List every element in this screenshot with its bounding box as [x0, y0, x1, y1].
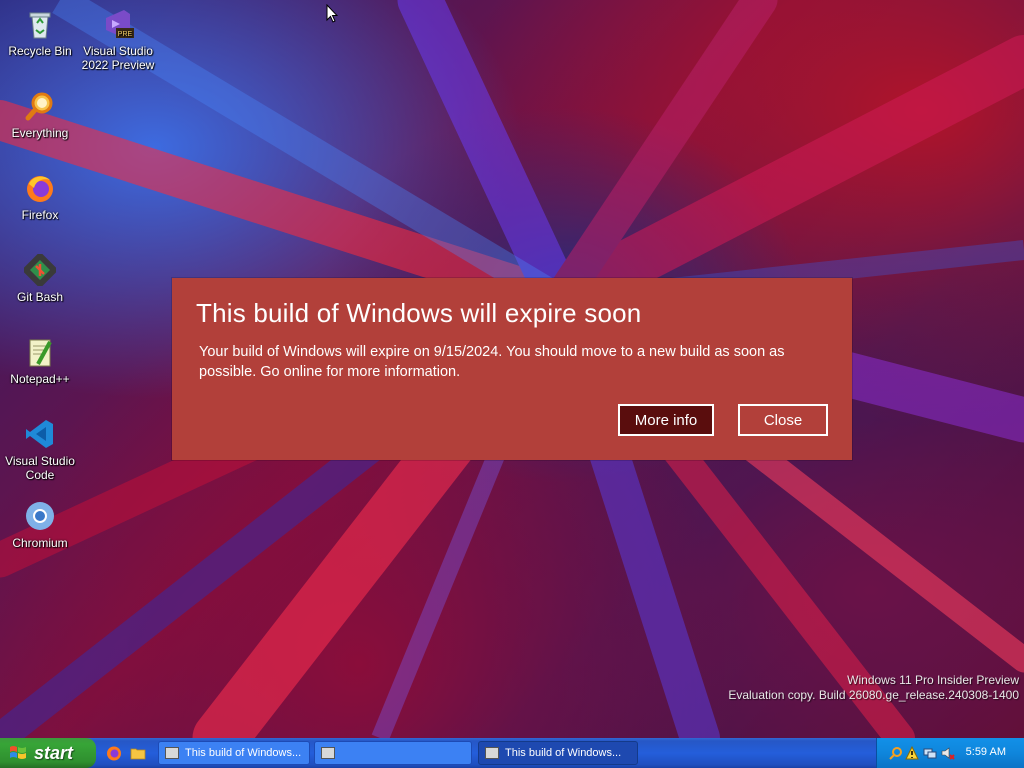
window-icon: [321, 747, 335, 759]
build-watermark: Windows 11 Pro Insider Preview Evaluatio…: [728, 673, 1019, 703]
desktop-icon-notepad-plus-plus[interactable]: Notepad++: [0, 336, 80, 386]
desktop-icon-visual-studio-preview[interactable]: PRE Visual Studio 2022 Preview: [78, 8, 158, 72]
desktop-icon-vscode[interactable]: Visual Studio Code: [0, 418, 80, 482]
system-tray: 5:59 AM: [876, 738, 1024, 768]
taskbar-task[interactable]: This build of Windows...: [158, 741, 310, 765]
vscode-icon: [26, 420, 53, 448]
everything-search-icon: [25, 92, 53, 121]
desktop-icon-label: Firefox: [21, 208, 59, 222]
close-button[interactable]: Close: [738, 404, 828, 436]
watermark-edition: Windows 11 Pro Insider Preview: [847, 673, 1019, 687]
window-icon: [485, 747, 499, 759]
firefox-icon[interactable]: [106, 745, 122, 761]
desktop: Recycle Bin PRE Visual Studio 2022 Previ…: [0, 0, 1024, 738]
task-label: This build of Windows...: [185, 747, 302, 759]
pre-badge: PRE: [118, 31, 133, 38]
task-label: This build of Windows...: [505, 747, 622, 759]
windows-flag-icon: [10, 746, 26, 759]
start-label: start: [34, 742, 74, 763]
window-icon: [165, 747, 179, 759]
taskbar: start This build of Windows... This buil…: [0, 738, 1024, 768]
desktop-icon-label: Git Bash: [16, 290, 64, 304]
clock[interactable]: 5:59 AM: [966, 746, 1006, 758]
recycle-bin-icon: [29, 12, 51, 39]
visual-studio-preview-icon: PRE: [106, 10, 134, 38]
desktop-icon-recycle-bin[interactable]: Recycle Bin: [0, 8, 80, 58]
expiry-dialog: This build of Windows will expire soon Y…: [172, 278, 852, 460]
taskbar-task-active[interactable]: This build of Windows...: [478, 741, 638, 765]
more-info-button[interactable]: More info: [618, 404, 714, 436]
desktop-icon-label: Everything: [11, 126, 69, 140]
desktop-icon-label: Recycle Bin: [8, 44, 72, 58]
chromium-icon: [26, 502, 54, 530]
firefox-icon: [27, 176, 53, 202]
desktop-icon-label: Visual Studio Code: [5, 454, 75, 482]
desktop-icon-chromium[interactable]: Chromium: [0, 500, 80, 550]
desktop-icon-firefox[interactable]: Firefox: [0, 172, 80, 222]
dialog-message: Your build of Windows will expire on 9/1…: [199, 344, 785, 380]
watermark-build: Evaluation copy. Build 26080.ge_release.…: [728, 688, 1019, 702]
desktop-icon-label: Notepad++: [10, 372, 70, 386]
git-bash-icon: [24, 254, 56, 286]
volume-muted-icon[interactable]: [941, 746, 955, 760]
dialog-title: This build of Windows will expire soon: [196, 298, 642, 328]
desktop-icon-git-bash[interactable]: Git Bash: [0, 254, 80, 304]
search-icon[interactable]: [889, 746, 903, 760]
folder-icon[interactable]: [130, 745, 146, 761]
mouse-cursor-icon: [326, 4, 338, 23]
start-button[interactable]: start: [0, 738, 96, 768]
desktop-icon-label: Visual Studio 2022 Preview: [81, 44, 155, 72]
warning-icon[interactable]: [905, 746, 919, 760]
notepad-plus-plus-icon: [29, 339, 52, 367]
desktop-icon-label: Chromium: [12, 536, 68, 550]
desktop-icon-everything[interactable]: Everything: [0, 90, 80, 140]
network-icon[interactable]: [923, 746, 937, 760]
taskbar-task[interactable]: [314, 741, 472, 765]
